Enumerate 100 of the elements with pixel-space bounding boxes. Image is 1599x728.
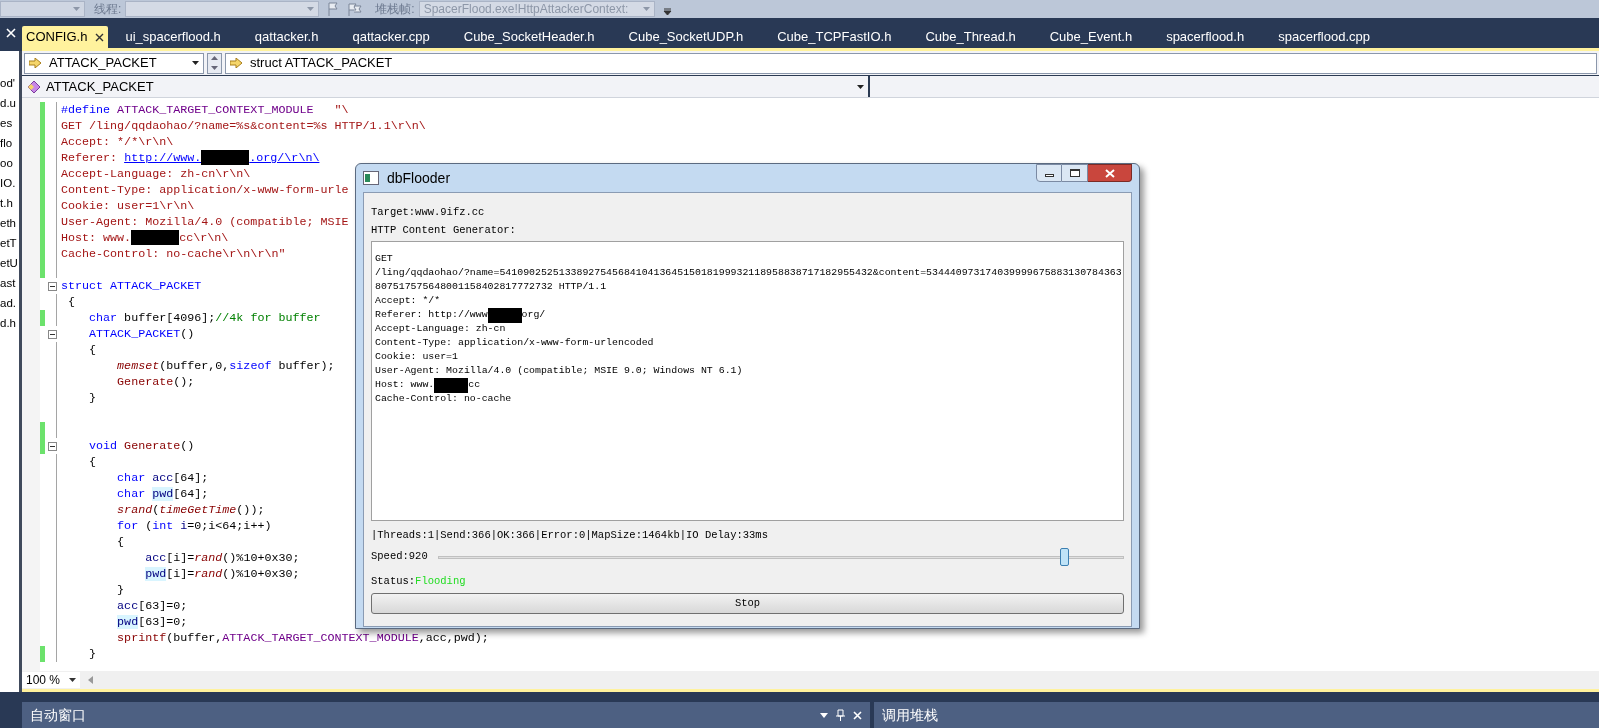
tree-item[interactable]: od' (0, 73, 15, 93)
code-line: #define ATTACK_TARGET_CONTEXT_MODULE "\ (61, 102, 349, 118)
file-tab[interactable]: Cube_SocketHeader.h (446, 26, 612, 48)
flag-icon[interactable] (327, 2, 340, 16)
code-line: } (116, 582, 125, 598)
file-tab[interactable]: Cube_Event.h (1032, 26, 1150, 48)
status-label: Status: (371, 574, 416, 589)
code-line: char pwd[64]; (116, 486, 209, 502)
speed-slider[interactable] (437, 547, 1124, 567)
text-line: GET (375, 252, 393, 266)
arrow-icon (230, 58, 242, 68)
pin-icon[interactable] (836, 709, 845, 721)
thread-label: 线程: (94, 1, 122, 18)
code-line: User-Agent: Mozilla/4.0 (compatible; MSIE (61, 214, 349, 230)
text-line: Host: www. cc (375, 378, 481, 392)
close-icon[interactable] (95, 32, 105, 42)
tree-item[interactable]: etU (0, 253, 18, 273)
tree-item[interactable]: d.h (0, 313, 16, 333)
code-line: } (88, 390, 97, 406)
code-line: sprintf(buffer,ATTACK_TARGET_CONTEXT_MODULE,acc,pwd); (116, 630, 489, 646)
code-line: void Generate() (88, 438, 195, 454)
target-label: Target:www.9ifz.cc (371, 205, 486, 220)
code-line: Referer: http://www. .org/\r\n\ (61, 150, 320, 166)
dropdown-icon[interactable] (820, 712, 828, 718)
maximize-button[interactable] (1062, 164, 1088, 182)
collapse-icon[interactable] (48, 281, 57, 291)
panel-title: 调用堆栈 (882, 705, 938, 725)
dropdown-icon (642, 7, 650, 11)
speed-label: Speed:920 (371, 549, 428, 565)
code-line: pwd[i]=rand()%10+0x30; (144, 566, 300, 582)
tree-item[interactable]: etT (0, 233, 17, 253)
file-tab[interactable]: spacerflood.cpp (1261, 26, 1387, 48)
text-line: Referer: http://www org/ (375, 308, 546, 322)
tree-item[interactable]: eth (0, 213, 16, 233)
dropdown-icon (857, 84, 864, 89)
code-line: memset(buffer,0,sizeof buffer); (116, 358, 335, 374)
file-tab[interactable]: ui_spacerflood.h (108, 26, 238, 48)
window-title: dbFlooder (387, 168, 451, 188)
tree-item[interactable]: es (0, 113, 13, 133)
flags-icon[interactable] (347, 2, 364, 16)
panel-title: 自动窗口 (30, 705, 86, 725)
code-line: Generate(); (116, 374, 195, 390)
member-combo[interactable]: struct ATTACK_PACKET (225, 52, 1597, 74)
slider-thumb[interactable] (1060, 548, 1070, 566)
minimize-button[interactable] (1036, 164, 1062, 182)
type-combo[interactable]: ATTACK_PACKET (24, 52, 204, 74)
file-tab[interactable]: spacerflood.h (1149, 26, 1262, 48)
tree-item[interactable]: flo (0, 133, 13, 153)
status-value: Flooding (415, 574, 466, 589)
code-line: Content-Type: application/x-www-form-urle (61, 182, 349, 198)
code-line: ATTACK_PACKET() (88, 326, 195, 342)
code-line: GET /ling/qqdaohao/?name=%s&content=%s HTTP/1.1\r\n\ (61, 118, 426, 134)
tree-item[interactable]: t.h (0, 193, 13, 213)
dropdown-icon (69, 678, 76, 682)
text-line: 807517575648001158402817772732 HTTP/1.1 (375, 280, 607, 294)
app-icon (363, 171, 379, 185)
code-line: acc[63]=0; (116, 598, 188, 614)
file-tab[interactable]: qattacker.h (237, 26, 336, 48)
stack-frame-label: 堆栈帧: (375, 1, 415, 18)
code-line: for (int i=0;i<64;i++) (116, 518, 272, 534)
text-area[interactable] (371, 241, 1124, 521)
file-tab[interactable]: Cube_SocketUDP.h (611, 26, 761, 48)
collapse-icon[interactable] (48, 441, 57, 451)
text-line: Accept: */* (375, 294, 441, 308)
dropdown-icon (307, 7, 315, 11)
dropdown-icon (192, 61, 199, 65)
zoom-combo[interactable]: 100 % (22, 672, 80, 688)
code-line: Host: www. cc\r\n\ (61, 230, 229, 246)
class-icon (26, 79, 42, 94)
text-line: /ling/qqdaohao/?name=541090252513389275456841041364515018199932118958838717182955432&content=534440973174039999675883130784363 (375, 266, 1122, 280)
file-tab[interactable]: CONFIG.h (22, 26, 109, 48)
code-line: struct ATTACK_PACKET (61, 278, 202, 294)
code-line: { (116, 534, 125, 550)
tree-item[interactable]: ad. (0, 293, 16, 313)
code-line: char buffer[4096];//4k for buffer (88, 310, 321, 326)
code-line: pwd[63]=0; (116, 614, 188, 630)
code-line: { (67, 294, 76, 310)
stop-button[interactable]: Stop (371, 593, 1124, 614)
tree-item[interactable]: oo (0, 153, 13, 173)
arrow-icon (29, 58, 41, 68)
text-line: Cookie: user=1 (375, 350, 458, 364)
down-arrow-icon (211, 65, 218, 70)
file-tab[interactable]: qattacker.cpp (335, 26, 447, 48)
code-line: { (88, 454, 97, 470)
dropdown-icon (73, 7, 80, 11)
close-button[interactable] (1088, 164, 1132, 182)
stats-text: |Threads:1|Send:366|OK:366|Error:0|MapSize:1464kb|IO Delay:33ms (371, 528, 769, 543)
code-line: Cookie: user=1\r\n\ (61, 198, 195, 214)
tree-item[interactable]: ast (0, 273, 16, 293)
tree-item[interactable]: IO. (0, 173, 16, 193)
code-line: char acc[64]; (116, 470, 209, 486)
spin-button[interactable] (207, 52, 222, 74)
close-icon (1104, 168, 1115, 178)
file-tab[interactable]: Cube_Thread.h (908, 26, 1033, 48)
collapse-icon[interactable] (48, 329, 57, 339)
code-line: Accept-Language: zh-cn\r\n\ (61, 166, 251, 182)
text-line: User-Agent: Mozilla/4.0 (compatible; MSIE 9.0; Windows NT 6.1) (375, 364, 743, 378)
file-tab[interactable]: Cube_TCPFastIO.h (760, 26, 909, 48)
tree-item[interactable]: d.u (0, 93, 16, 113)
text-line: Accept-Language: zh-cn (375, 322, 506, 336)
